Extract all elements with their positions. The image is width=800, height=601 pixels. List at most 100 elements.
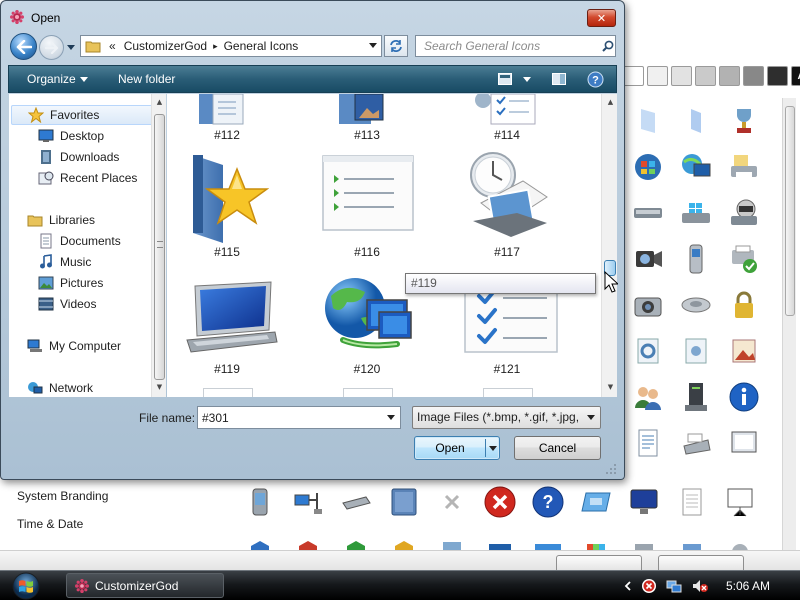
open-button[interactable]: Open [414,436,500,460]
file-item-113[interactable]: #113 [307,94,427,146]
monitor-icon[interactable] [620,480,668,524]
nav-recent-places[interactable]: Recent Places [11,168,153,188]
tray-overflow-chevron-icon[interactable] [624,581,632,591]
recent-pages-dropdown-icon[interactable] [66,42,76,52]
hard-drive-icon[interactable] [624,190,672,236]
cancel-button[interactable]: Cancel [514,436,601,460]
nav-downloads[interactable]: Downloads [11,147,153,167]
windows-drive-icon[interactable] [672,190,720,236]
category-system-branding[interactable]: System Branding [0,482,240,510]
preview-pane-button[interactable] [551,70,567,88]
lock-icon[interactable] [720,282,768,328]
nav-my-computer[interactable]: My Computer [11,336,153,356]
file-name-input[interactable] [198,407,378,428]
organize-button[interactable]: Organize [27,72,88,86]
dialog-titlebar[interactable]: Open ✕ [1,1,624,31]
nav-documents[interactable]: Documents [11,231,153,251]
nav-pictures[interactable]: Pictures [11,273,153,293]
change-view-button[interactable] [497,70,513,88]
breadcrumb-general-icons[interactable]: General Icons [224,39,299,53]
file-item-112[interactable]: #112 [167,94,287,146]
scroll-up-arrow-icon[interactable]: ▲ [155,98,164,107]
breadcrumb-overflow[interactable]: « [109,39,116,53]
open-options-dropdown[interactable] [487,437,499,459]
error-icon[interactable] [476,480,524,524]
taskbar-app-customizergod[interactable]: CustomizerGod [66,573,224,598]
document-icon[interactable] [624,420,672,466]
camcorder-icon[interactable] [624,236,672,282]
help-icon[interactable]: ? [524,480,572,524]
settings-page-icon[interactable] [624,328,672,374]
blue-folder-icon[interactable] [380,480,428,524]
printer-check-icon[interactable] [720,236,768,282]
file-item-119[interactable]: #119 [167,274,287,379]
swatch-gray-1[interactable] [695,66,716,86]
nav-music[interactable]: Music [11,252,153,272]
close-button[interactable]: ✕ [587,9,616,27]
view-options-dropdown[interactable] [521,70,533,88]
nav-libraries[interactable]: Libraries [11,210,153,230]
camera-icon[interactable] [624,282,672,328]
dvd-drive-icon[interactable] [720,190,768,236]
card-icon[interactable] [572,480,620,524]
picture-icon[interactable] [720,328,768,374]
volume-muted-icon[interactable] [691,578,709,594]
server-icon[interactable] [672,374,720,420]
file-item-116[interactable]: #116 [307,149,427,261]
address-dropdown-button[interactable] [365,36,381,56]
users-icon[interactable] [624,374,672,420]
nav-favorites[interactable]: Favorites [11,105,153,125]
security-alert-icon[interactable] [641,578,657,594]
category-time-date[interactable]: Time & Date [0,510,240,538]
nav-desktop[interactable]: Desktop [11,126,153,146]
breadcrumb-customizergod[interactable]: CustomizerGod [124,39,207,53]
swatch-light-1[interactable] [647,66,668,86]
breadcrumb-separator[interactable]: ▸ [213,41,218,52]
disk-icon[interactable] [672,282,720,328]
network-status-icon[interactable] [666,578,682,594]
search-input[interactable] [424,37,602,55]
scrollbar-thumb[interactable] [154,114,165,380]
network-globe-icon[interactable] [672,144,720,190]
swatch-gray-3[interactable] [743,66,764,86]
help-button[interactable]: ? [586,70,604,88]
scroll-down-arrow-icon[interactable]: ▼ [606,383,615,392]
projector-screen-icon[interactable] [716,480,764,524]
forward-button[interactable] [39,35,64,60]
file-item-partial[interactable] [203,388,253,397]
gear-page-icon[interactable] [672,328,720,374]
printer-folder-icon[interactable] [720,144,768,190]
address-bar[interactable]: « CustomizerGod ▸ General Icons [80,35,382,57]
windows-logo-icon[interactable] [624,144,672,190]
resize-grip-icon[interactable] [605,463,617,475]
file-item-117[interactable]: #117 [447,149,567,261]
background-right-scrollbar[interactable] [782,98,796,558]
file-item-partial[interactable] [343,388,393,397]
swatch-white[interactable] [623,66,644,86]
refresh-button[interactable] [384,35,408,57]
monitor-frame-icon[interactable] [720,420,768,466]
file-name-combobox[interactable] [197,406,401,429]
file-list-scrollbar[interactable]: ▲ ▼ [601,94,617,397]
pda-icon[interactable] [236,480,284,524]
search-icon[interactable] [602,40,614,52]
trophy-icon[interactable] [720,98,768,144]
text-page-icon[interactable] [668,480,716,524]
swatch-gray-2[interactable] [719,66,740,86]
file-type-dropdown-button[interactable] [582,407,600,428]
new-folder-button[interactable]: New folder [118,72,175,86]
swatch-dark[interactable] [767,66,788,86]
file-item-114[interactable]: #114 [447,94,567,146]
scrollbar-thumb[interactable] [785,106,795,316]
nav-videos[interactable]: Videos [11,294,153,314]
clock-time[interactable]: 5:06 AM [726,579,770,593]
scroll-down-arrow-icon[interactable]: ▼ [155,383,164,392]
mobile-phone-icon[interactable] [672,236,720,282]
back-button[interactable] [10,33,37,60]
search-box[interactable] [415,35,616,57]
thumbnail-icon[interactable] [672,98,720,144]
file-item-115[interactable]: #115 [167,149,287,261]
scanner-flat-icon[interactable] [332,480,380,524]
start-button-icon[interactable] [6,572,46,600]
nav-network[interactable]: Network [11,378,153,398]
